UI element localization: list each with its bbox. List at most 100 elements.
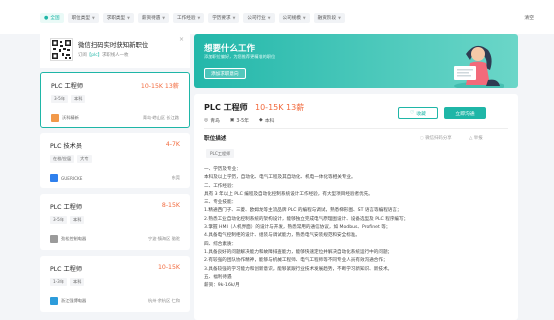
- job-location: 青岛·崂山区 长江路: [142, 115, 179, 120]
- company-name: GUERICKE: [61, 175, 83, 181]
- company-name: 浙江强博电器: [61, 298, 87, 303]
- job-location: 东莞: [171, 175, 180, 180]
- job-description-title: 职位描述: [204, 136, 227, 142]
- job-card-footer: GUERICKE 东莞: [50, 174, 180, 182]
- description-line: 薪资：9k-16k/月: [204, 283, 240, 289]
- qr-promo-title: 微信扫码实时获知新职位: [78, 41, 149, 49]
- share-link[interactable]: ◌ 微信扫码分享: [420, 135, 452, 141]
- company-name: 沃科精新: [62, 115, 79, 120]
- filter-chip-funding[interactable]: 融资阶段 ▼: [313, 13, 345, 23]
- chat-now-button[interactable]: 立即沟通: [444, 107, 486, 119]
- job-tag: 在校/应届: [50, 155, 75, 163]
- description-line: 2.熟悉工业自动化控制系统的架构设计，能够独立完成电气原理图设计、设备选型及 P…: [204, 216, 409, 222]
- chevron-down-icon: ▼: [162, 16, 166, 20]
- detail-job-title: PLC 工程师: [204, 103, 248, 112]
- job-card-salary: 10-15K: [157, 264, 180, 271]
- job-tag: 1-3年: [50, 278, 68, 286]
- banner-title: 想要什么工作: [204, 44, 256, 54]
- description-line: 具有 3 年以上 PLC 编程及自动化控制系统设计工作经验，有大型项目经验者优先…: [204, 191, 373, 197]
- company-logo-icon: [50, 235, 58, 243]
- filter-chip-salary[interactable]: 薪资待遇 ▼: [137, 13, 170, 23]
- job-card-title: PLC 工程师: [50, 204, 83, 211]
- job-card-footer: 浙江强博电器 杭州·余杭区 仁和: [50, 297, 180, 305]
- qr-code-icon: [50, 38, 73, 61]
- job-location: 宁波·镇海区 骆驼: [148, 236, 180, 241]
- job-tag: 本科: [71, 95, 86, 103]
- job-detail-panel: PLC 工程师 10-15K 13薪 ◎ 青岛 ▣ 3-5年 ◆ 本科 ♡ 收藏 立即沟…: [194, 94, 518, 320]
- banner-subtitle: 添加职位偏好，为您推荐更精准的职位: [204, 54, 276, 59]
- company-name: 劲松控制电器: [61, 236, 87, 241]
- job-tag: 3-5年: [51, 95, 69, 103]
- filter-chip-experience[interactable]: 工作经验 ▼: [173, 13, 205, 23]
- chevron-down-icon: ▼: [197, 16, 201, 20]
- graduation-cap-icon: ◆: [258, 118, 263, 123]
- warning-icon: △: [469, 136, 473, 141]
- filter-chip-job-type[interactable]: 职位类型 ▼: [67, 13, 99, 23]
- qr-promo-subtitle: 订阅【plc】求职线人一枚: [78, 53, 129, 58]
- filter-chip-industry[interactable]: 公司行业 ▼: [243, 13, 275, 23]
- job-card-tags: 在校/应届 大专: [50, 155, 92, 163]
- location-pin-icon: ◎: [204, 118, 209, 123]
- description-line: 3.掌握 HMI（人机界面）的设计与开发，熟悉常用的通信协议，如 Modbus、…: [204, 225, 391, 231]
- job-card-salary: 4-7K: [165, 141, 180, 148]
- description-line: 一、学历及专业：: [204, 167, 241, 172]
- description-line: 1.具备良好的问题解决能力和故障排查能力，能够快速定位并解决自动化系统运行中的问…: [204, 249, 393, 255]
- description-line: 本科及以上学历，自动化、电气工程及其自动化、机电一体化等相关专业。: [204, 175, 356, 181]
- company-logo-icon: [50, 174, 58, 182]
- description-line: 3.具备较强的学习能力和创新意识，能够紧跟行业技术发展趋势，不断学习新知识、新技…: [204, 266, 393, 272]
- filter-bar: ● 全国 职位类型 ▼ 求职类型 ▼ 薪资待遇 ▼ 工作经验 ▼ 学历要求 ▼ 公司行业 ▼…: [0, 0, 554, 34]
- job-card-tags: 3-5年 本科: [50, 216, 85, 224]
- woman-reading-illustration-icon: [454, 45, 504, 88]
- detail-meta: ◎ 青岛 ▣ 3-5年 ◆ 本科: [204, 117, 274, 124]
- job-tag: 大专: [77, 155, 92, 163]
- description-line: 三、专业技能：: [204, 200, 237, 206]
- job-card[interactable]: PLC 工程师 10-15K 1-3年 本科 浙江强博电器 杭州·余杭区 仁和: [40, 256, 190, 312]
- job-card[interactable]: PLC 工程师 10-15K 13薪 3-5年 本科 沃科精新 青岛·崂山区 长…: [40, 72, 190, 128]
- wechat-icon: ◌: [420, 136, 424, 141]
- chevron-down-icon: ▼: [127, 16, 130, 20]
- description-line: 五、福利待遇: [204, 274, 232, 280]
- job-card-tags: 3-5年 本科: [51, 95, 86, 103]
- location-pin-icon: ●: [44, 15, 49, 21]
- job-tag: 本科: [70, 278, 85, 286]
- close-icon[interactable]: ×: [179, 36, 184, 43]
- chevron-down-icon: ▼: [232, 16, 236, 20]
- chevron-down-icon: ▼: [338, 16, 341, 20]
- description-line: 二、工作经验：: [204, 183, 237, 189]
- qr-promo-card: 微信扫码实时获知新职位 订阅【plc】求职线人一枚 ×: [40, 34, 190, 68]
- briefcase-icon: ▣: [229, 118, 235, 123]
- chevron-down-icon: ▼: [302, 16, 306, 20]
- add-intent-button[interactable]: 添加求职意向: [204, 68, 246, 79]
- company-logo-icon: [51, 114, 59, 122]
- job-card-tags: 1-3年 本科: [50, 278, 85, 286]
- job-description-text: 一、学历及专业： 本科及以上学历，自动化、电气工程及其自动化、机电一体化等相关专…: [204, 166, 504, 290]
- job-card-salary: 8-15K: [161, 202, 180, 209]
- divider: [204, 128, 508, 129]
- job-card-title: PLC 工程师: [51, 83, 84, 90]
- job-tag: 3-5年: [50, 216, 68, 224]
- skill-tag: PLC工程师: [206, 149, 235, 158]
- filter-chip-seek-type[interactable]: 求职类型 ▼: [102, 13, 134, 23]
- filter-chip-scale[interactable]: 公司规模 ▼: [278, 13, 310, 23]
- filter-chips: ● 全国 职位类型 ▼ 求职类型 ▼ 薪资待遇 ▼ 工作经验 ▼ 学历要求 ▼ 公司行业 ▼…: [40, 13, 345, 23]
- favorite-button[interactable]: ♡ 收藏: [398, 107, 438, 119]
- chevron-down-icon: ▼: [91, 16, 95, 20]
- job-card[interactable]: PLC 工程师 8-15K 3-5年 本科 劲松控制电器 宁波·镇海区 骆驼: [40, 194, 190, 250]
- detail-experience: ▣ 3-5年: [229, 118, 249, 124]
- detail-salary: 10-15K 13薪: [255, 103, 305, 112]
- job-intent-banner: 想要什么工作 添加职位偏好，为您推荐更精准的职位 添加求职意向: [194, 34, 518, 88]
- job-card-salary: 10-15K 13薪: [140, 83, 179, 90]
- chevron-down-icon: ▼: [267, 16, 271, 20]
- clear-filters-link[interactable]: 清空: [524, 14, 534, 21]
- description-line: 4.具备电气控制柜的设计、组装与调试能力，熟悉电气安装规范和安全标准。: [204, 233, 360, 239]
- job-card-footer: 劲松控制电器 宁波·镇海区 骆驼: [50, 235, 180, 243]
- heart-icon: ♡: [410, 110, 415, 116]
- filter-chip-education[interactable]: 学历要求 ▼: [208, 13, 240, 23]
- description-line: 1.精通西门子、三菱、欧姆龙等主流品牌 PLC 的编程与调试，熟悉梯形图、ST …: [204, 208, 402, 214]
- job-card-title: PLC 工程师: [50, 266, 83, 273]
- filter-chip-location[interactable]: ● 全国: [40, 13, 64, 23]
- job-card-title: PLC 技术员: [50, 143, 83, 150]
- report-link[interactable]: △ 举报: [469, 135, 483, 141]
- job-card[interactable]: PLC 技术员 4-7K 在校/应届 大专 GUERICKE 东莞: [40, 133, 190, 188]
- job-card-footer: 沃科精新 青岛·崂山区 长江路: [51, 114, 179, 122]
